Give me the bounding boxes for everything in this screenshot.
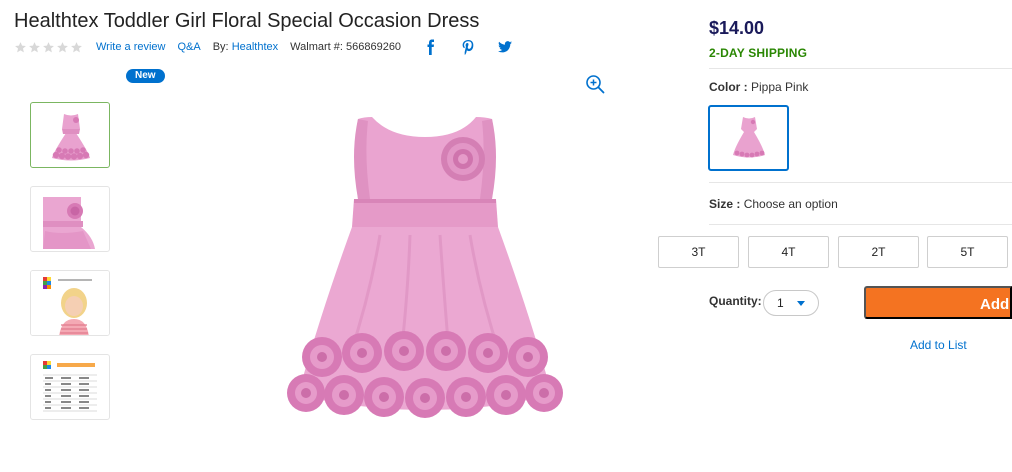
qa-link[interactable]: Q&A xyxy=(177,41,200,53)
color-label: Color : Pippa Pink xyxy=(709,80,808,94)
caret-down-icon xyxy=(797,301,805,306)
quantity-select[interactable]: 1 xyxy=(763,290,819,316)
color-label-text: Color : xyxy=(709,80,748,94)
dress-swatch-image xyxy=(732,117,765,158)
divider xyxy=(709,182,1012,183)
product-title: Healthtex Toddler Girl Floral Special Oc… xyxy=(14,10,480,32)
walmart-number: Walmart #: 566869260 xyxy=(290,41,402,53)
pinterest-icon[interactable] xyxy=(460,39,476,55)
add-to-list-link[interactable]: Add to List xyxy=(910,338,967,352)
social-share xyxy=(423,39,513,55)
size-label-text: Size : xyxy=(709,197,741,211)
divider xyxy=(709,224,1012,225)
size-option-3t[interactable]: 3T xyxy=(658,236,739,268)
size-option-4t[interactable]: 4T xyxy=(748,236,829,268)
thumbnail-dress-closeup[interactable] xyxy=(30,186,110,252)
divider xyxy=(709,68,1012,69)
brand-link[interactable]: Healthtex xyxy=(232,41,278,53)
dress-thumbnail-image xyxy=(52,114,90,161)
thumbnail-size-chart[interactable] xyxy=(30,354,110,420)
size-chart-image xyxy=(43,361,97,412)
product-price: $14.00 xyxy=(709,18,765,38)
twitter-icon[interactable] xyxy=(497,39,513,55)
model-photo-image xyxy=(31,271,109,335)
color-swatch-pippa-pink[interactable] xyxy=(708,105,789,171)
thumbnail-dress-front[interactable] xyxy=(30,102,110,168)
product-meta: Write a review Q&A By: Healthtex Walmart… xyxy=(14,39,513,55)
quantity-value: 1 xyxy=(777,296,784,310)
star-icon xyxy=(56,41,69,54)
rating-stars[interactable] xyxy=(14,41,83,54)
color-value: Pippa Pink xyxy=(751,80,809,94)
size-option-2t[interactable]: 2T xyxy=(838,236,919,268)
size-value: Choose an option xyxy=(743,197,838,211)
add-to-cart-button[interactable]: Add t xyxy=(864,286,1012,319)
size-label: Size : Choose an option xyxy=(709,197,838,211)
by-prefix: By: xyxy=(212,41,229,53)
size-option-5t[interactable]: 5T xyxy=(927,236,1008,268)
write-review-link[interactable]: Write a review xyxy=(96,41,165,53)
brand-byline: By: Healthtex xyxy=(213,41,278,53)
star-icon xyxy=(14,41,27,54)
bodice-flower xyxy=(441,137,485,181)
facebook-icon[interactable] xyxy=(423,39,439,55)
main-product-image[interactable] xyxy=(280,95,570,445)
dress-closeup-image xyxy=(43,197,95,249)
star-icon xyxy=(42,41,55,54)
star-icon xyxy=(70,41,83,54)
star-icon xyxy=(28,41,41,54)
new-badge: New xyxy=(126,69,165,83)
thumbnail-model-photo[interactable] xyxy=(30,270,110,336)
shipping-badge: 2-DAY SHIPPING xyxy=(709,46,808,60)
quantity-label: Quantity: xyxy=(709,294,762,308)
zoom-in-icon[interactable] xyxy=(585,74,605,94)
